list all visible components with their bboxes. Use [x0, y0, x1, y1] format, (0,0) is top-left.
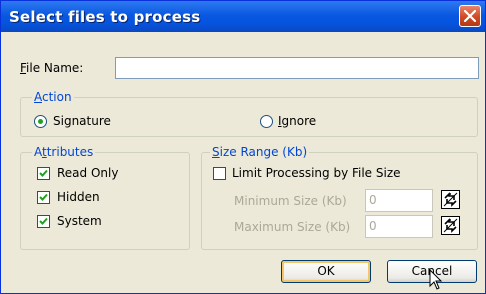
limit-size-label[interactable]: Limit Processing by File Size	[232, 166, 401, 180]
hidden-checkbox[interactable]	[37, 191, 50, 204]
title-bar[interactable]: Select files to process	[1, 1, 485, 32]
ignore-radio[interactable]	[260, 115, 273, 128]
max-size-input[interactable]: 0	[365, 215, 433, 238]
action-group-title: Action	[32, 90, 74, 104]
file-name-input[interactable]	[115, 57, 479, 79]
min-size-value: 0	[369, 193, 377, 207]
ignore-label[interactable]: Ignore	[278, 114, 316, 128]
max-size-value: 0	[369, 219, 377, 233]
size-range-group-title: Size Range (Kb)	[210, 145, 310, 159]
system-checkbox[interactable]	[37, 215, 50, 228]
checkmark-icon	[39, 193, 48, 201]
signature-radio[interactable]	[34, 115, 47, 128]
spin-arrows-icon	[443, 192, 458, 207]
limit-size-checkbox[interactable]	[213, 167, 226, 180]
hidden-label[interactable]: Hidden	[57, 190, 100, 204]
read-only-label[interactable]: Read Only	[57, 166, 118, 180]
signature-label[interactable]: Signature	[53, 114, 111, 128]
system-label[interactable]: System	[57, 214, 102, 228]
close-icon	[464, 10, 476, 22]
mouse-pointer-icon	[429, 269, 443, 290]
ok-button[interactable]: OK	[281, 260, 371, 283]
checkmark-icon	[39, 169, 48, 177]
checkmark-icon	[39, 217, 48, 225]
max-size-spin-button[interactable]	[441, 216, 460, 235]
read-only-checkbox[interactable]	[37, 167, 50, 180]
close-button[interactable]	[459, 5, 481, 27]
window-title: Select files to process	[9, 8, 201, 26]
min-size-label: Minimum Size (Kb)	[234, 194, 347, 208]
spin-arrows-icon	[443, 218, 458, 233]
min-size-spin-button[interactable]	[441, 190, 460, 209]
file-name-label: File Name:	[20, 61, 84, 75]
min-size-input[interactable]: 0	[365, 189, 433, 212]
attributes-group-title: Attributes	[32, 145, 96, 159]
dialog-window: Select files to process File Name: Actio…	[0, 0, 486, 294]
max-size-label: Maximum Size (Kb)	[234, 220, 351, 234]
